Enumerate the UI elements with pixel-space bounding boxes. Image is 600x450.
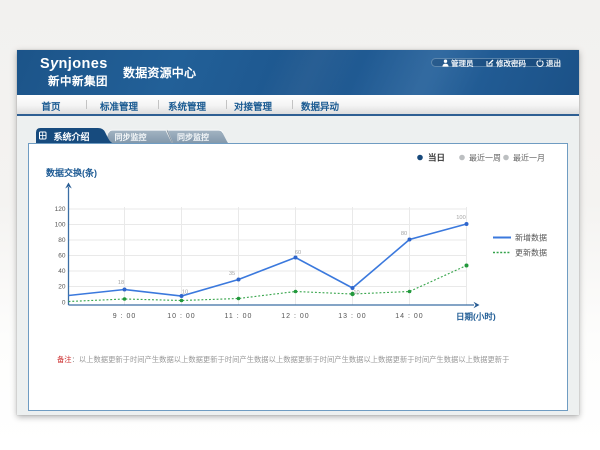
svg-text:12 : 00: 12 : 00: [281, 313, 309, 320]
svg-text:20: 20: [58, 284, 66, 291]
svg-text:同步监控: 同步监控: [177, 132, 209, 142]
svg-text:数据交换(条): 数据交换(条): [46, 167, 97, 178]
svg-text:9 : 00: 9 : 00: [113, 313, 137, 320]
svg-text:80: 80: [401, 231, 407, 237]
svg-text:40: 40: [58, 268, 66, 275]
svg-text:11 : 00: 11 : 00: [225, 313, 253, 320]
svg-text:18: 18: [118, 280, 124, 286]
svg-text:80: 80: [58, 237, 66, 244]
svg-text:10 : 00: 10 : 00: [167, 313, 195, 320]
svg-text:60: 60: [295, 250, 301, 256]
svg-text:60: 60: [58, 253, 66, 260]
svg-text:10: 10: [182, 290, 188, 296]
svg-text:最近一月: 最近一月: [513, 153, 545, 163]
svg-text:100: 100: [456, 215, 466, 221]
svg-text:备注：以上数据更新于时间产生数据以上数据更新于时间产生数据以: 备注：以上数据更新于时间产生数据以上数据更新于时间产生数据以上数据更新于时间产生…: [57, 355, 509, 364]
svg-text:13 : 00: 13 : 00: [338, 313, 366, 320]
svg-text:35: 35: [229, 271, 235, 277]
svg-text:日期(小时): 日期(小时): [456, 312, 496, 322]
svg-text:120: 120: [55, 206, 66, 213]
svg-text:100: 100: [55, 222, 66, 229]
svg-text:0: 0: [62, 300, 66, 307]
svg-text:最近一周: 最近一周: [469, 153, 501, 163]
svg-text:10: 10: [353, 290, 359, 296]
svg-text:系统介绍: 系统介绍: [53, 131, 89, 142]
svg-text:同步监控: 同步监控: [115, 132, 147, 142]
svg-text:当日: 当日: [428, 153, 445, 163]
svg-text:新增数据: 新增数据: [515, 233, 547, 243]
svg-text:更新数据: 更新数据: [515, 248, 547, 258]
svg-text:14 : 00: 14 : 00: [395, 313, 423, 320]
